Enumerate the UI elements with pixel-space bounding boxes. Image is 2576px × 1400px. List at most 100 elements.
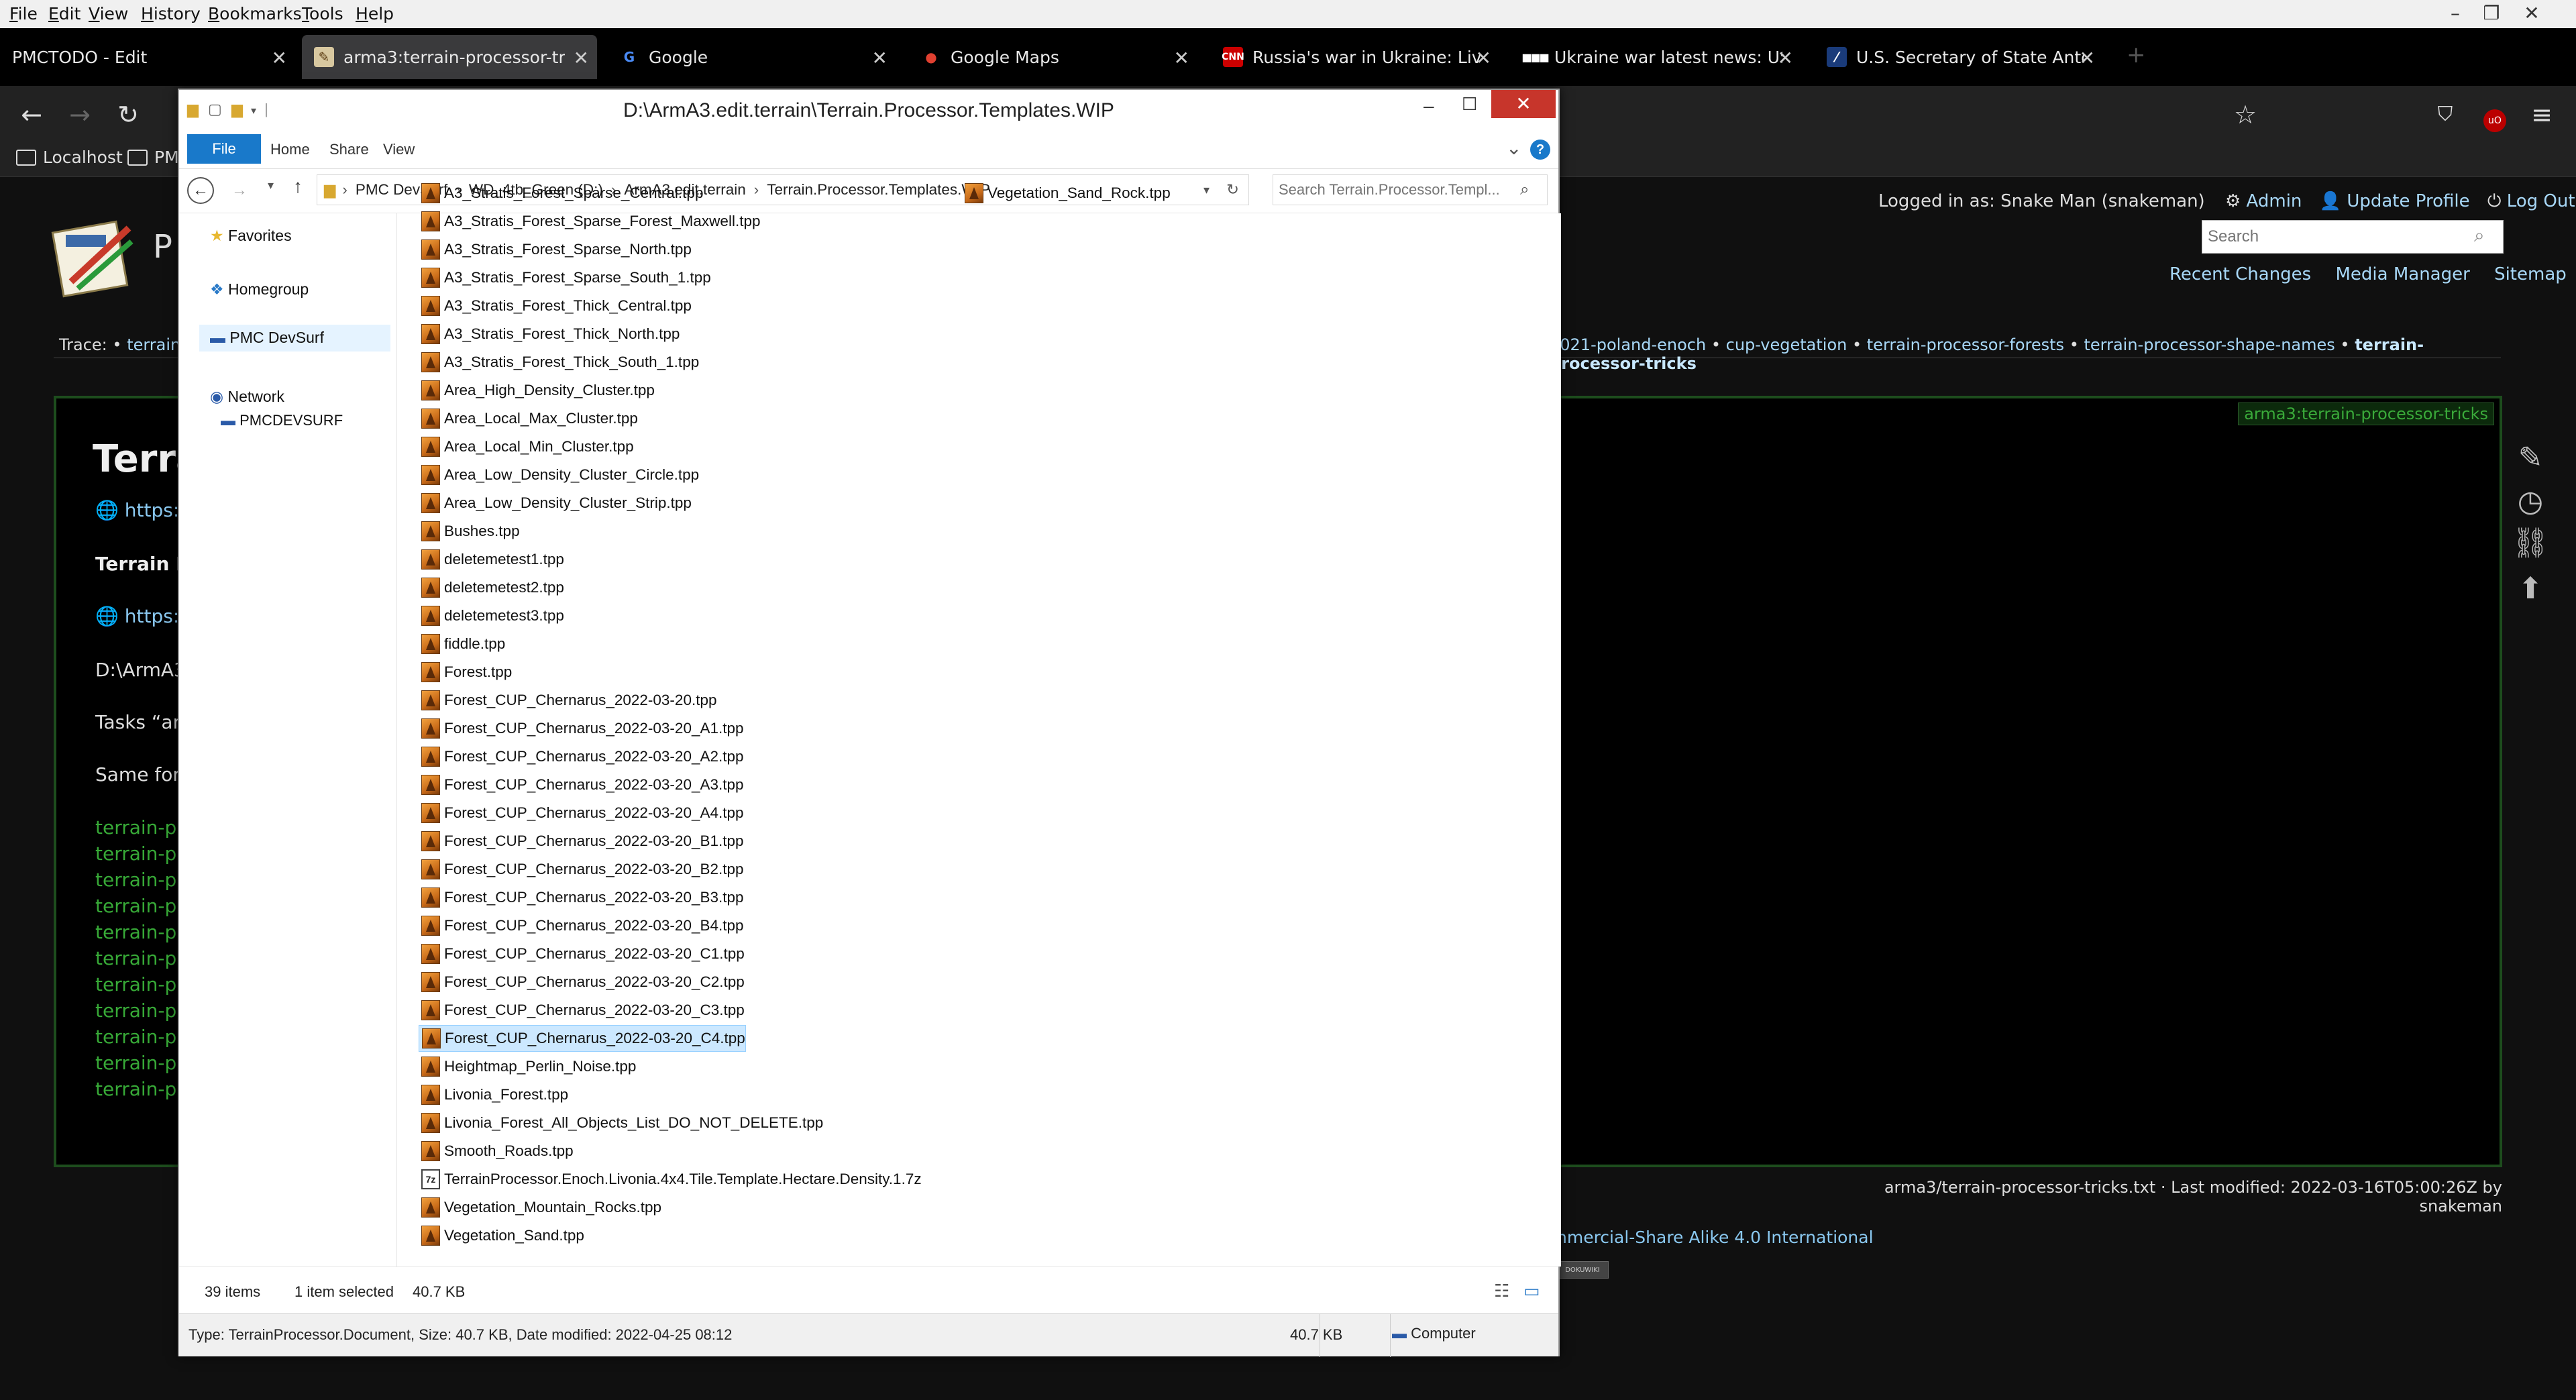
- file-item[interactable]: Forest_CUP_Chernarus_2022-03-20_C1.tpp: [419, 940, 745, 967]
- trace-link[interactable]: terrain-processor-forests: [1867, 335, 2064, 354]
- bookmark-star-icon[interactable]: ☆: [2229, 98, 2262, 131]
- search-icon[interactable]: ⌕: [2474, 224, 2485, 247]
- bookmark-localhost[interactable]: Localhost: [16, 148, 123, 167]
- tab-close-icon[interactable]: ✕: [1174, 47, 1189, 69]
- tab-google-maps[interactable]: ● Google Maps ✕: [909, 35, 1197, 79]
- file-item[interactable]: Area_Local_Max_Cluster.tpp: [419, 405, 638, 432]
- menu-history[interactable]: History: [141, 4, 201, 23]
- nav-favorites[interactable]: ★ Favorites: [210, 227, 292, 245]
- file-item[interactable]: Bushes.tpp: [419, 518, 520, 545]
- wiki-search-input[interactable]: [2202, 220, 2504, 254]
- file-item[interactable]: Forest_CUP_Chernarus_2022-03-20_C2.tpp: [419, 969, 745, 995]
- details-view-icon[interactable]: ☷: [1494, 1281, 1509, 1301]
- tab-ukraine-news[interactable]: ■■■ Ukraine war latest news: US con ✕: [1513, 35, 1801, 79]
- file-item[interactable]: Forest_CUP_Chernarus_2022-03-20_C4.tpp: [419, 1025, 746, 1052]
- file-item[interactable]: Area_High_Density_Cluster.tpp: [419, 377, 655, 404]
- file-item[interactable]: Forest_CUP_Chernarus_2022-03-20_A3.tpp: [419, 771, 744, 798]
- large-icons-view-icon[interactable]: ▭: [1523, 1281, 1540, 1301]
- file-item[interactable]: Livonia_Forest_All_Objects_List_DO_NOT_D…: [419, 1110, 823, 1136]
- file-item[interactable]: deletemetest1.tpp: [419, 546, 564, 573]
- maximize-icon[interactable]: ☐: [1462, 94, 1477, 115]
- license-link[interactable]: nmercial-Share Alike 4.0 International: [1556, 1228, 1874, 1247]
- ribbon-view-tab[interactable]: View: [383, 141, 415, 158]
- file-item[interactable]: A3_Stratis_Forest_Thick_North.tpp: [419, 321, 680, 347]
- expand-ribbon-icon[interactable]: ⌄: [1506, 137, 1521, 159]
- file-item[interactable]: A3_Stratis_Forest_Sparse_North.tpp: [419, 236, 692, 263]
- file-item[interactable]: Vegetation_Mountain_Rocks.tpp: [419, 1194, 661, 1221]
- wiki-logo[interactable]: [51, 215, 138, 302]
- pocket-icon[interactable]: ⛉: [2428, 98, 2462, 131]
- tab-close-icon[interactable]: ✕: [1778, 47, 1793, 69]
- tab-close-icon[interactable]: ✕: [272, 47, 287, 69]
- tab-close-icon[interactable]: ✕: [1476, 47, 1491, 69]
- nav-this-pc[interactable]: ▬ PMC DevSurf: [199, 325, 390, 352]
- tab-google[interactable]: G Google ✕: [607, 35, 896, 79]
- nav-network[interactable]: ◉ Network: [210, 388, 284, 406]
- file-item[interactable]: fiddle.tpp: [419, 631, 505, 657]
- file-item[interactable]: Forest_CUP_Chernarus_2022-03-20_A1.tpp: [419, 715, 744, 742]
- file-item[interactable]: 7z TerrainProcessor.Enoch.Livonia.4x4.Til…: [419, 1166, 922, 1193]
- minimize-icon[interactable]: –: [1424, 95, 1434, 117]
- file-item[interactable]: Area_Local_Min_Cluster.tpp: [419, 433, 634, 460]
- trace-link[interactable]: terrain-processor-shape-names: [2084, 335, 2334, 354]
- menu-tools[interactable]: Tools: [302, 4, 343, 23]
- chevron-right-icon[interactable]: ›: [754, 181, 759, 199]
- recent-locations-icon[interactable]: ▾: [268, 178, 274, 193]
- forward-icon[interactable]: →: [63, 98, 97, 131]
- trace-link[interactable]: cup-vegetation: [1726, 335, 1847, 354]
- nav-homegroup[interactable]: ❖ Homegroup: [210, 280, 309, 299]
- file-item[interactable]: deletemetest3.tpp: [419, 602, 564, 629]
- tab-cnn[interactable]: CNN Russia's war in Ukraine: Live upd ✕: [1211, 35, 1499, 79]
- file-item[interactable]: deletemetest2.tpp: [419, 574, 564, 601]
- file-item[interactable]: Forest_CUP_Chernarus_2022-03-20.tpp: [419, 687, 716, 714]
- dokuwiki-badge[interactable]: DOKUWIKI: [1556, 1261, 1609, 1279]
- file-item[interactable]: Forest.tpp: [419, 659, 512, 686]
- explorer-search-box[interactable]: ⌕: [1273, 174, 1548, 205]
- bookmark-pm[interactable]: PM: [127, 148, 179, 167]
- close-icon[interactable]: ✕: [1491, 90, 1556, 118]
- tab-terrain-processor-tricks[interactable]: ✎ arma3:terrain-processor-tricks [P ✕: [302, 35, 597, 79]
- close-icon[interactable]: ✕: [2512, 1, 2552, 25]
- nav-network-computer[interactable]: ▬ PMCDEVSURF: [221, 412, 343, 429]
- minimize-icon[interactable]: –: [2435, 1, 2475, 25]
- explorer-search-input[interactable]: [1279, 181, 1520, 199]
- search-icon[interactable]: ⌕: [1520, 180, 1529, 199]
- file-item[interactable]: Smooth_Roads.tpp: [419, 1138, 574, 1165]
- media-manager-link[interactable]: Media Manager: [2335, 264, 2469, 284]
- file-item[interactable]: Area_Low_Density_Cluster_Strip.tpp: [419, 490, 692, 517]
- forward-icon[interactable]: →: [226, 177, 253, 204]
- ublock-icon[interactable]: uO: [2478, 98, 2512, 132]
- update-profile-link[interactable]: 👤 Update Profile: [2320, 191, 2470, 211]
- file-item[interactable]: Vegetation_Sand_Rock.tpp: [962, 180, 1171, 207]
- up-icon[interactable]: ↑: [293, 176, 303, 197]
- trace-link[interactable]: 2021-poland-enoch: [1550, 335, 1706, 354]
- tab-pmctodo[interactable]: PMCTODO - Edit ✕: [0, 35, 295, 79]
- tab-state-dept[interactable]: ⁄ U.S. Secretary of State Antony B ✕: [1815, 35, 2103, 79]
- file-item[interactable]: Forest_CUP_Chernarus_2022-03-20_A2.tpp: [419, 743, 744, 770]
- backlinks-icon[interactable]: ⛓: [2512, 525, 2549, 562]
- menu-bookmarks[interactable]: Bookmarks: [208, 4, 302, 23]
- file-item[interactable]: A3_Stratis_Forest_Sparse_Central.tpp: [419, 180, 703, 207]
- breadcrumb-item[interactable]: Terrain.Processor.Templates.WIP: [767, 181, 990, 199]
- chevron-right-icon[interactable]: ›: [342, 181, 347, 199]
- address-history-icon[interactable]: ▾: [1203, 183, 1210, 197]
- reload-icon[interactable]: ↻: [111, 98, 145, 131]
- restore-icon[interactable]: ❐: [2471, 1, 2512, 25]
- menu-view[interactable]: View: [89, 4, 128, 23]
- edit-page-icon[interactable]: ✎: [2512, 439, 2549, 477]
- recent-changes-link[interactable]: Recent Changes: [2169, 264, 2311, 284]
- file-item[interactable]: A3_Stratis_Forest_Sparse_South_1.tpp: [419, 264, 711, 291]
- explorer-title-bar[interactable]: ▆ ▢ ▆ ▾ | D:\ArmA3.edit.terrain\Terrain.…: [179, 90, 1558, 131]
- file-item[interactable]: Area_Low_Density_Cluster_Circle.tpp: [419, 462, 699, 488]
- ribbon-home-tab[interactable]: Home: [270, 141, 310, 158]
- old-revisions-icon[interactable]: ◷: [2512, 483, 2549, 521]
- file-item[interactable]: A3_Stratis_Forest_Thick_South_1.tpp: [419, 349, 699, 376]
- file-item[interactable]: Forest_CUP_Chernarus_2022-03-20_B2.tpp: [419, 856, 744, 883]
- file-item[interactable]: Forest_CUP_Chernarus_2022-03-20_C3.tpp: [419, 997, 745, 1024]
- admin-link[interactable]: ⚙ Admin: [2225, 191, 2302, 211]
- back-icon[interactable]: ←: [15, 98, 48, 131]
- file-item[interactable]: Forest_CUP_Chernarus_2022-03-20_B1.tpp: [419, 828, 744, 855]
- refresh-icon[interactable]: ↻: [1226, 181, 1239, 199]
- file-item[interactable]: Livonia_Forest.tpp: [419, 1081, 568, 1108]
- back-icon[interactable]: ←: [187, 177, 214, 204]
